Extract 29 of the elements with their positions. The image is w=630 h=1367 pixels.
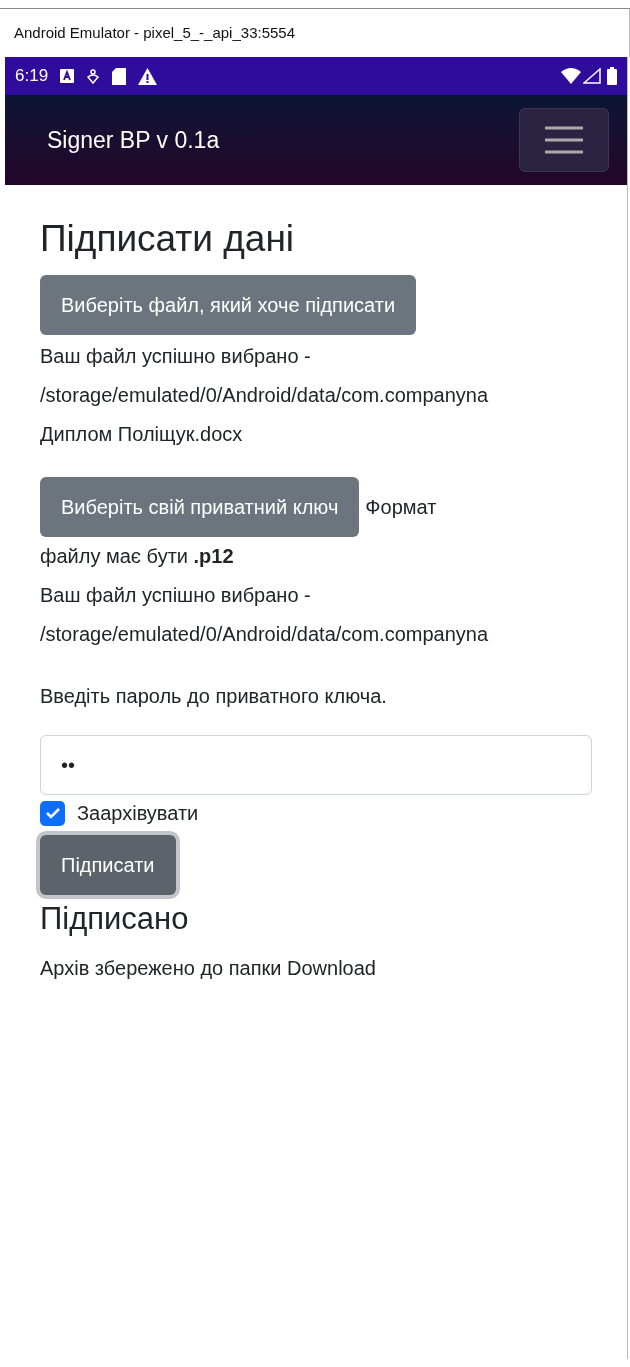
- choose-file-button[interactable]: Виберіть файл, який хоче підписати: [40, 275, 417, 335]
- password-label: Введіть пароль до приватного ключа.: [40, 684, 387, 709]
- wifi-icon: [561, 68, 581, 84]
- brand-title: Signer BP v 0.1a: [47, 125, 220, 155]
- menu-button[interactable]: [519, 108, 609, 172]
- format-hint: файлу має бути .p12: [40, 544, 234, 569]
- check-icon: [44, 806, 61, 820]
- key-status-line: /storage/emulated/0/Android/data/com.companyna: [40, 622, 489, 647]
- format-hint: Формат: [365, 494, 437, 520]
- location-icon: [86, 68, 101, 84]
- archive-label: Заархівувати: [77, 801, 199, 826]
- window-title: Android Emulator - pixel_5_-_api_33:5554: [14, 22, 295, 43]
- sd-card-icon: [112, 67, 127, 85]
- notification-icon: [60, 69, 75, 83]
- file-status-line: Диплом Поліщук.docx: [40, 422, 243, 447]
- key-status-line: Ваш файл успішно вибрано -: [40, 583, 311, 608]
- warning-icon: [138, 67, 158, 85]
- archive-checkbox[interactable]: [40, 800, 65, 826]
- file-status-line: /storage/emulated/0/Android/data/com.companyna: [40, 383, 489, 408]
- result-title: Підписано: [40, 900, 189, 938]
- password-field[interactable]: ••: [40, 735, 592, 795]
- choose-key-button[interactable]: Виберіть свій приватний ключ: [40, 477, 360, 537]
- battery-icon: [607, 67, 617, 85]
- page-title: Підписати дані: [40, 217, 295, 261]
- signal-icon: [583, 68, 601, 84]
- menu-icon: [545, 126, 583, 154]
- result-message: Архів збережено до папки Download: [40, 956, 376, 981]
- file-status-line: Ваш файл успішно вибрано -: [40, 344, 311, 369]
- status-time: 6:19: [15, 65, 49, 88]
